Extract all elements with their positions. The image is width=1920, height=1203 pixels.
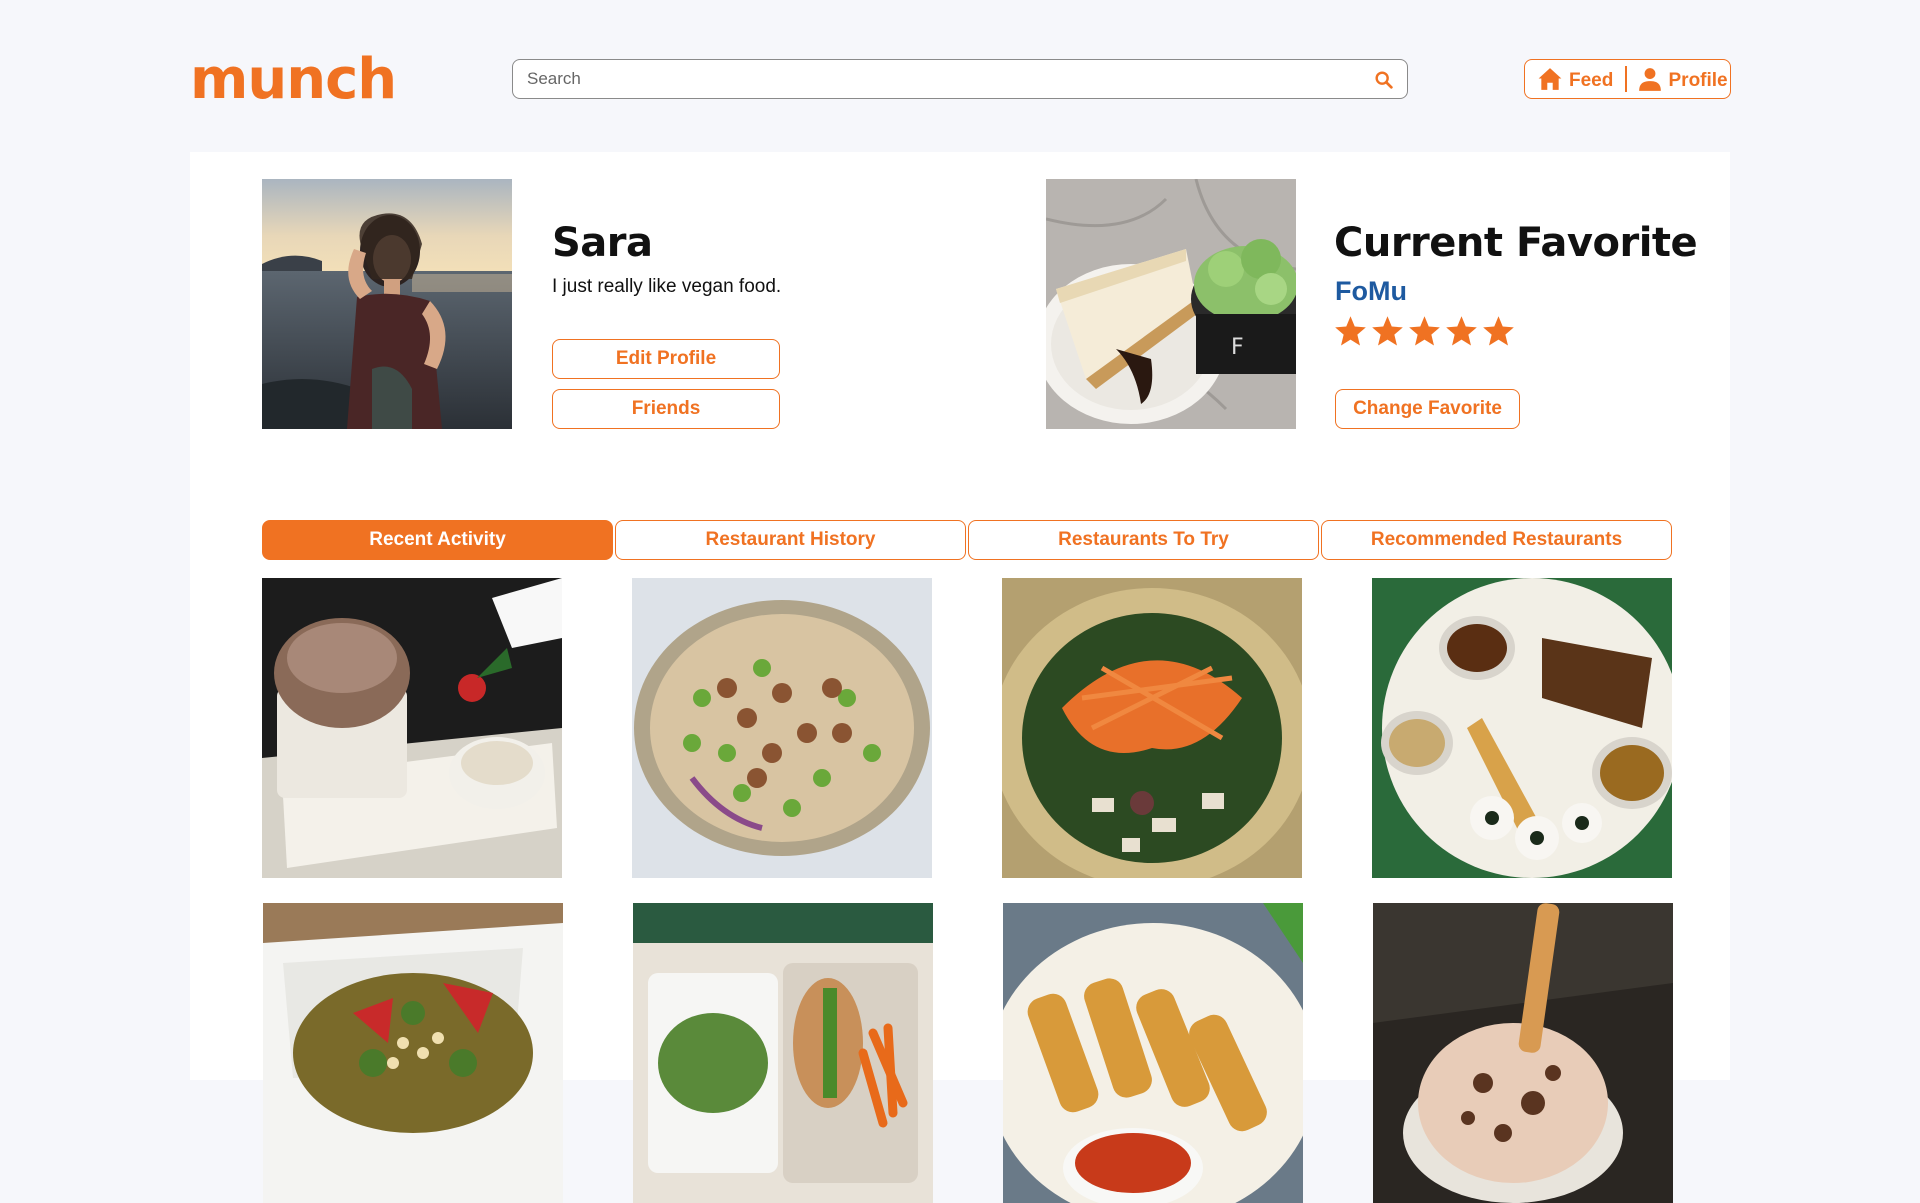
activity-photo[interactable]: [632, 578, 932, 878]
nav-feed[interactable]: Feed: [1525, 60, 1623, 98]
rating-stars: [1333, 314, 1516, 349]
favorite-restaurant-link[interactable]: FoMu: [1335, 276, 1407, 307]
user-avatar: [262, 179, 512, 429]
change-favorite-button[interactable]: Change Favorite: [1335, 389, 1520, 429]
star-icon: [1446, 316, 1477, 346]
nav-feed-label: Feed: [1569, 70, 1614, 91]
star-icon: [1409, 316, 1440, 346]
tab-recommended-restaurants[interactable]: Recommended Restaurants: [1321, 520, 1672, 560]
search-input[interactable]: [513, 60, 1407, 98]
search-bar[interactable]: [512, 59, 1408, 99]
tab-restaurant-history[interactable]: Restaurant History: [615, 520, 966, 560]
user-bio: I just really like vegan food.: [552, 276, 782, 297]
nav-divider: [1625, 66, 1627, 92]
nav-profile-label: Profile: [1668, 70, 1728, 91]
profile-card: Sara I just really like vegan food. Edit…: [190, 152, 1730, 1203]
friends-button[interactable]: Friends: [552, 389, 780, 429]
tab-recent-activity[interactable]: Recent Activity: [262, 520, 613, 560]
activity-photo[interactable]: [263, 903, 563, 1203]
star-icon: [1372, 316, 1403, 346]
tab-restaurants-to-try[interactable]: Restaurants To Try: [968, 520, 1319, 560]
search-icon[interactable]: [1373, 69, 1395, 91]
activity-photo[interactable]: [633, 903, 933, 1203]
activity-photo[interactable]: [262, 578, 562, 878]
favorite-restaurant-photo: F: [1046, 179, 1296, 429]
profile-tabs: Recent Activity Restaurant History Resta…: [262, 520, 1672, 560]
nav-profile[interactable]: Profile: [1637, 60, 1728, 98]
person-icon: [1638, 68, 1661, 91]
edit-profile-button[interactable]: Edit Profile: [552, 339, 780, 379]
user-name: Sara: [552, 220, 653, 266]
current-favorite-heading: Current Favorite: [1334, 220, 1698, 266]
activity-photo[interactable]: [1372, 578, 1672, 878]
main-nav: Feed Profile: [1524, 59, 1731, 99]
activity-photo[interactable]: [1002, 578, 1302, 878]
home-icon: [1538, 68, 1562, 90]
star-icon: [1483, 316, 1514, 346]
svg-text:F: F: [1231, 335, 1244, 360]
munch-logo[interactable]: munch: [190, 50, 397, 110]
activity-photo[interactable]: [1003, 903, 1303, 1203]
star-icon: [1335, 316, 1366, 346]
activity-photo[interactable]: [1373, 903, 1673, 1203]
